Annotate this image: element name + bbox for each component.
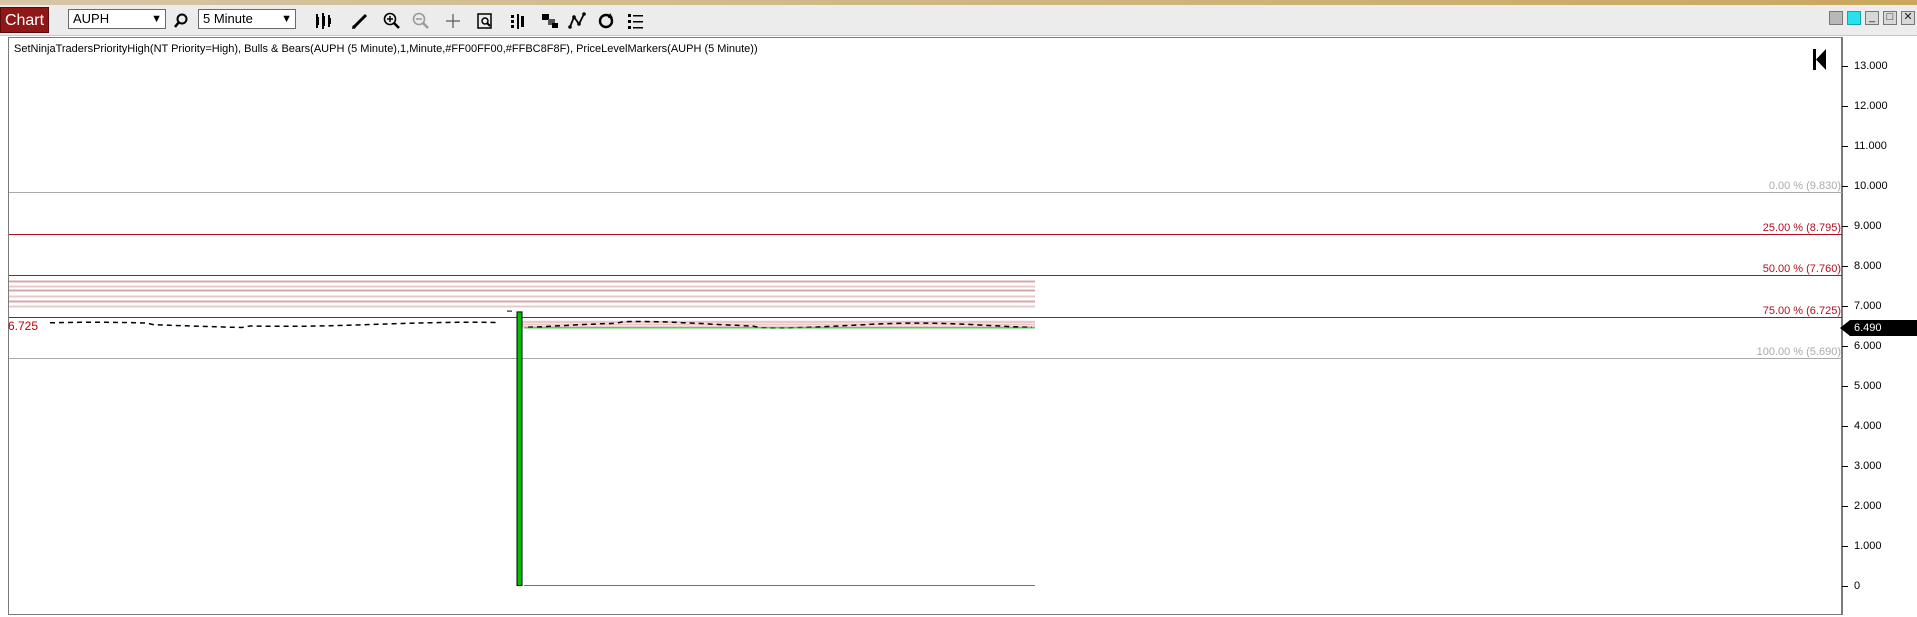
axis-tick-label: 13.000	[1854, 60, 1888, 72]
axis-tick	[1842, 386, 1848, 387]
chart-plot	[9, 49, 1842, 586]
fib-level-label: 50.00 % (7.760)	[1762, 262, 1841, 275]
axis-tick	[1842, 506, 1848, 507]
axis-tick	[1842, 586, 1848, 587]
scroll-to-start-icon[interactable]	[1816, 49, 1826, 70]
axis-tick	[1842, 546, 1848, 547]
axis-tick	[1842, 66, 1848, 67]
current-price-tag: 6.490	[1840, 320, 1917, 336]
axis-tick	[1842, 106, 1848, 107]
axis-tick	[1842, 426, 1848, 427]
axis-tick-label: 9.000	[1854, 220, 1882, 232]
fib-level-label: 25.00 % (8.795)	[1762, 221, 1841, 234]
axis-tick	[1842, 226, 1848, 227]
axis-tick	[1842, 146, 1848, 147]
axis-tick	[1842, 306, 1848, 307]
axis-tick-label: 2.000	[1854, 500, 1882, 512]
axis-tick	[1842, 346, 1848, 347]
axis-tick-label: 6.000	[1854, 340, 1882, 352]
axis-tick-label: 8.000	[1854, 260, 1882, 272]
axis-tick-label: 1.000	[1854, 540, 1882, 552]
axis-tick-label: 5.000	[1854, 380, 1882, 392]
axis-tick	[1842, 266, 1848, 267]
axis-tick-label: 7.000	[1854, 300, 1882, 312]
axis-tick-label: 3.000	[1854, 460, 1882, 472]
left-level-label: 6.725	[8, 319, 39, 333]
scroll-to-start-bar[interactable]	[1813, 49, 1816, 70]
price-trail-left	[49, 321, 499, 329]
axis-tick	[1842, 466, 1848, 467]
fib-level-label: 0.00 % (9.830)	[1768, 179, 1841, 192]
fib-level-label: 75.00 % (6.725)	[1762, 304, 1841, 317]
axis-tick-label: 11.000	[1854, 140, 1887, 152]
axis-tick-label: 12.000	[1854, 100, 1888, 112]
axis-tick-label: 10.000	[1854, 180, 1888, 192]
axis-tick-label: 4.000	[1854, 420, 1882, 432]
axis-tick-label: 0	[1854, 580, 1861, 592]
axis-tick	[1842, 186, 1848, 187]
bull-candle	[516, 311, 523, 586]
fib-level-label: 100.00 % (5.690)	[1756, 345, 1841, 358]
